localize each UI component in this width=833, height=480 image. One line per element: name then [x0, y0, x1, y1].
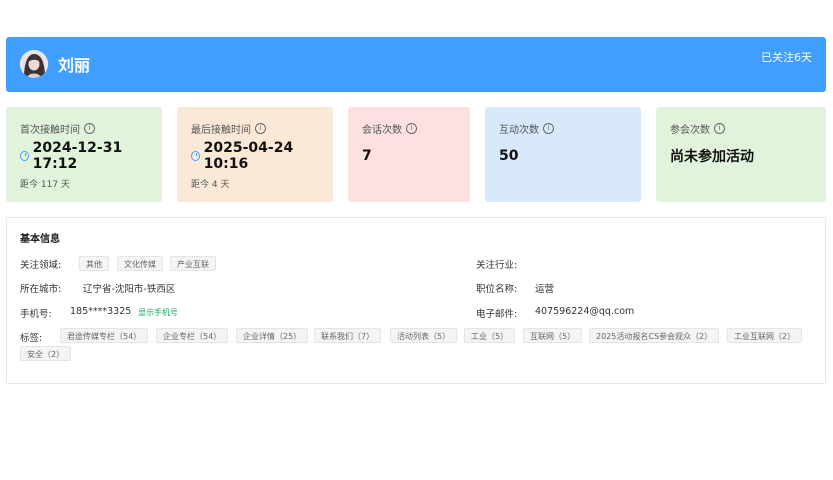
stat-title: 首次接触时间 [20, 124, 80, 136]
stat-value: 7 [362, 148, 372, 164]
city-label: 所在城市: [20, 284, 62, 295]
tag-item: 活动列表（5） [390, 328, 458, 343]
stat-title: 互动次数 [499, 124, 539, 136]
phone-label: 手机号: [20, 309, 52, 320]
clock-icon [191, 151, 200, 161]
info-icon[interactable]: i [255, 122, 266, 134]
email-value: 407596224@qq.com [535, 306, 635, 317]
stat-sub: 距今 4 天 [191, 180, 230, 190]
stat-title: 参会次数 [670, 124, 710, 136]
stat-card-last-contact: 最后接触时间 i 2025-04-24 10:16 距今 4 天 [177, 107, 333, 202]
stat-card-events: 参会次数 i 尚未参加活动 [656, 107, 826, 202]
phone-value: 185****3325 [70, 306, 132, 317]
info-icon[interactable]: i [543, 122, 554, 134]
focus-area-tag: 产业互联 [170, 256, 216, 271]
email-label: 电子邮件: [476, 309, 518, 320]
customer-name: 刘丽 [58, 56, 91, 75]
info-icon[interactable]: i [714, 122, 725, 134]
tag-item: 企业专栏（54） [156, 328, 229, 343]
focus-area-tag: 文化传媒 [117, 256, 163, 271]
basic-info-panel: 基本信息 关注领域: 其他 文化传媒 产业互联 关注行业: 所在城市: 辽宁省-… [6, 217, 826, 384]
tag-item: 联系我们（7） [314, 328, 382, 343]
tag-item: 工业（5） [464, 328, 516, 343]
avatar[interactable] [20, 50, 48, 78]
position-label: 职位名称: [476, 284, 518, 295]
stat-title: 会话次数 [362, 124, 402, 136]
tags-label: 标签: [20, 333, 43, 344]
city-value: 辽宁省-沈阳市-铁西区 [83, 284, 176, 295]
stat-card-first-contact: 首次接触时间 i 2024-12-31 17:12 距今 117 天 [6, 107, 162, 202]
info-icon[interactable]: i [406, 122, 417, 134]
show-phone-link[interactable]: 显示手机号 [138, 307, 178, 318]
focus-area-label: 关注领域: [20, 260, 62, 271]
profile-header: 刘丽 已关注6天 [6, 37, 826, 92]
tag-item: 企业详情（25） [236, 328, 309, 343]
position-value: 运营 [535, 284, 555, 295]
industry-label: 关注行业: [476, 260, 518, 271]
stat-value: 2024-12-31 17:12 [32, 140, 123, 172]
stat-value: 2025-04-24 10:16 [203, 140, 294, 172]
tag-item: 君途传媒专栏（54） [60, 328, 149, 343]
focus-area-tag: 其他 [79, 256, 109, 271]
stat-title: 最后接触时间 [191, 124, 251, 136]
tag-item: 2025活动报名CS参会观众（2） [589, 328, 720, 343]
tag-item: 互联网（5） [523, 328, 583, 343]
clock-icon [20, 151, 29, 161]
section-title: 基本信息 [20, 234, 60, 245]
tag-item: 工业互联网（2） [727, 328, 803, 343]
stat-value: 尚未参加活动 [670, 149, 754, 165]
stat-value: 50 [499, 148, 519, 164]
info-icon[interactable]: i [84, 122, 95, 134]
stat-card-sessions: 会话次数 i 7 [348, 107, 470, 202]
stat-sub: 距今 117 天 [20, 180, 70, 190]
follow-duration: 已关注6天 [761, 51, 812, 64]
tag-item: 安全（2） [20, 346, 72, 361]
stat-card-interactions: 互动次数 i 50 [485, 107, 641, 202]
